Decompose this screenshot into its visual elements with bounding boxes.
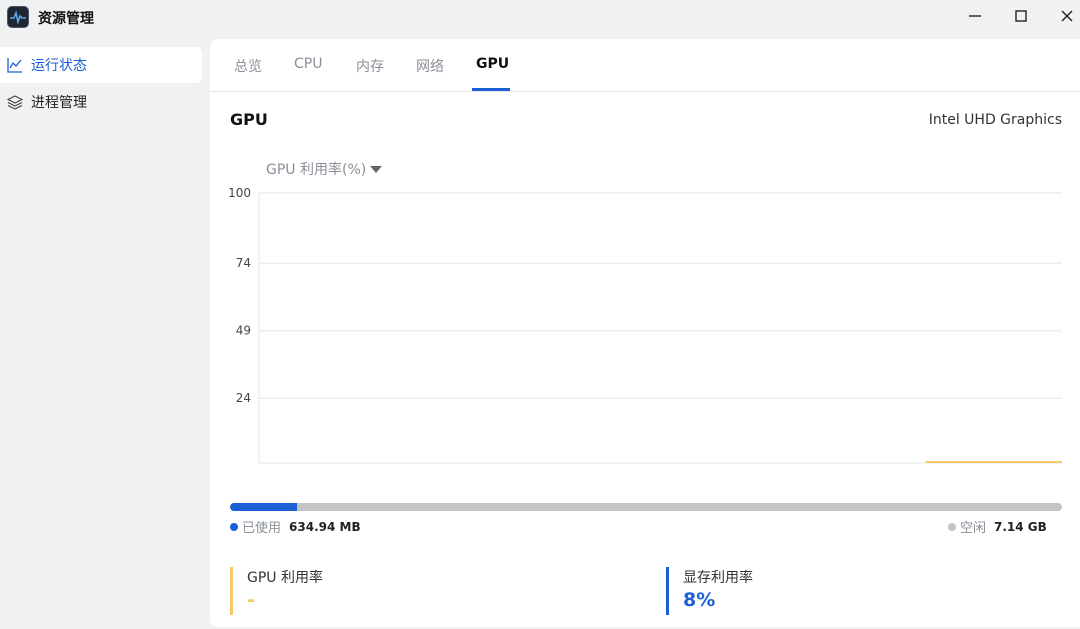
close-icon [1060,8,1074,27]
sidebar-item-status[interactable]: 运行状态 [0,47,202,83]
memory-used-fill [230,503,297,511]
layers-icon [7,94,23,110]
legend-free-value: 7.14 GB [994,519,1047,534]
minimize-button[interactable] [960,4,990,30]
minimize-icon [968,8,982,27]
legend-used-label: 已使用 [242,521,282,536]
sidebar-item-label: 进程管理 [31,95,87,111]
sidebar-item-processes[interactable]: 进程管理 [0,84,202,120]
section-title: GPU [230,110,268,129]
line-chart-icon [7,57,23,73]
tab-gpu[interactable]: GPU [476,56,509,92]
tab-bar: 总览 CPU 内存 网络 GPU [210,39,1080,92]
free-dot-icon [948,522,956,531]
stat-vram-util-value: 8% [683,589,716,611]
maximize-button[interactable] [1006,4,1036,30]
used-dot-icon [230,522,238,531]
legend-free: 空闲 7.14 GB [948,517,1047,536]
tab-memory[interactable]: 内存 [356,56,384,92]
sidebar-item-label: 运行状态 [31,58,87,74]
title-bar: 资源管理 [0,0,1080,35]
app-logo-icon [7,6,29,28]
gpu-device-name: Intel UHD Graphics [928,112,1062,128]
stat-gpu-util-title: GPU 利用率 [247,570,323,586]
legend-used-value: 634.94 MB [289,519,361,534]
y-tick-label: 100 [228,186,251,200]
tab-network[interactable]: 网络 [416,56,444,92]
stat-vram-util: 显存利用率 8% [666,567,753,615]
stat-vram-util-title: 显存利用率 [683,570,753,586]
stat-gpu-util-value: - [247,589,255,611]
legend-free-label: 空闲 [960,521,987,536]
app-title: 资源管理 [38,11,94,27]
tab-cpu[interactable]: CPU [294,56,322,92]
maximize-icon [1014,8,1028,27]
y-tick-label: 74 [236,256,251,270]
stat-gpu-util: GPU 利用率 - [230,567,323,615]
memory-usage-bar [230,503,1062,511]
main-panel: 总览 CPU 内存 网络 GPU GPU Intel UHD Graphics … [210,39,1080,627]
close-button[interactable] [1052,4,1080,30]
metric-dropdown-label: GPU 利用率(%) [266,162,367,178]
active-tab-indicator [472,88,510,91]
y-tick-label: 24 [236,391,251,405]
metric-dropdown[interactable]: GPU 利用率(%) [266,159,383,179]
chevron-down-icon [370,165,383,173]
y-tick-label: 49 [236,324,251,338]
legend-used: 已使用 634.94 MB [230,517,361,536]
gpu-usage-chart: 100 74 49 24 [228,186,1062,464]
tab-overview[interactable]: 总览 [234,56,262,92]
